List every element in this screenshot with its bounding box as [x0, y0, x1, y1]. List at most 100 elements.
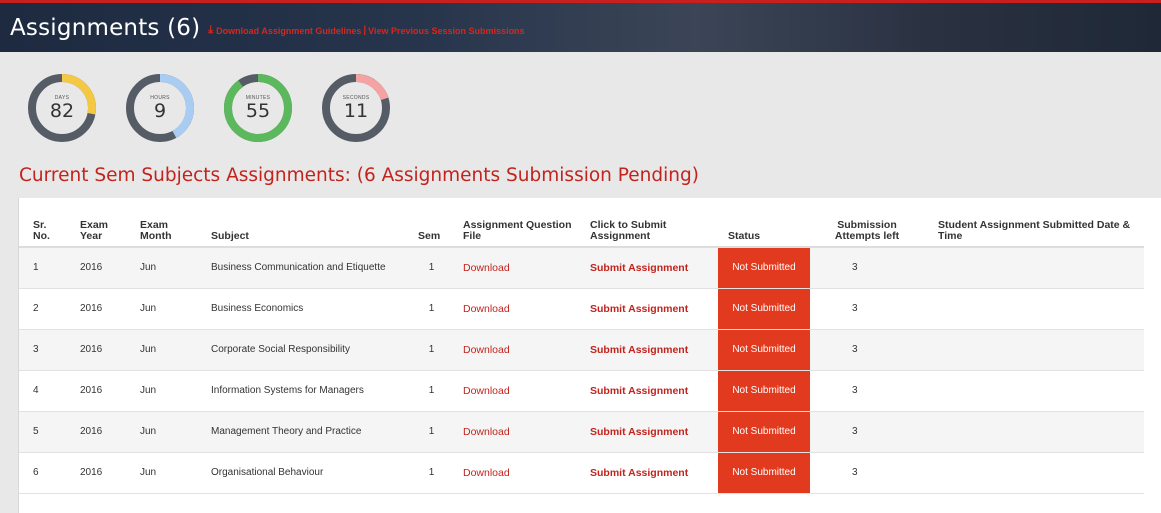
submit-assignment-link[interactable]: Submit Assignment [590, 467, 688, 479]
cell-submitted-date [924, 411, 1144, 453]
cell-subject-text: Corporate Social Responsibility [211, 344, 350, 355]
header-sr-no: Sr. No. [19, 210, 66, 248]
cell-attempts: 3 [810, 247, 924, 289]
cell-sem: 1 [414, 247, 449, 289]
cell-subject-text: Business Communication and Etiquette [211, 262, 386, 274]
download-link[interactable]: Download [463, 303, 510, 315]
cell-subject-text: Information Systems for Managers [211, 385, 364, 396]
cell-exam-month-text: Jun [140, 303, 157, 314]
cell-download: Download [449, 329, 576, 371]
cell-exam-month-text: Jun [140, 385, 157, 396]
cell-status: Not Submitted [718, 329, 810, 371]
cell-subject: Organisational Behaviour [197, 452, 414, 494]
cell-download: Download [449, 247, 576, 289]
cell-attempts-text: 3 [852, 385, 858, 396]
timer-value: 9 [153, 100, 167, 122]
cell-submit: Submit Assignment [576, 247, 718, 289]
table-row: 4 2016 Jun Information Systems for Managers… [19, 370, 1144, 412]
cell-sem: 1 [414, 370, 449, 412]
table-row: 6 2016 Jun Organisational Behaviour 1 Downloa… [19, 452, 1144, 494]
cell-submit: Submit Assignment [576, 288, 718, 330]
cell-sem-text: 1 [428, 344, 435, 355]
cell-download: Download [449, 411, 576, 453]
cell-status: Not Submitted [718, 370, 810, 412]
timer-hours: HOURS 9 [125, 73, 195, 143]
header-exam-year: Exam Year [66, 210, 126, 248]
submit-assignment-link[interactable]: Submit Assignment [590, 426, 688, 438]
cell-exam-month: Jun [126, 247, 197, 289]
cell-attempts: 3 [810, 452, 924, 494]
cell-attempts: 3 [810, 411, 924, 453]
cell-exam-year-text: 2016 [80, 426, 103, 437]
page-title: Assignments (6) [10, 14, 201, 41]
submit-assignment-link[interactable]: Submit Assignment [590, 385, 688, 397]
timer-minutes: MINUTES 55 [223, 73, 293, 143]
cell-exam-month-text: Jun [140, 262, 157, 274]
download-guidelines-link[interactable]: Download Assignment Guidelines [216, 26, 361, 36]
cell-exam-year: 2016 [66, 411, 126, 453]
cell-exam-month: Jun [126, 452, 197, 494]
cell-sr-no-text: 5 [33, 426, 39, 437]
submit-assignment-link[interactable]: Submit Assignment [590, 303, 688, 315]
cell-status: Not Submitted [718, 411, 810, 453]
cell-download: Download [449, 452, 576, 494]
view-previous-submissions-link[interactable]: View Previous Session Submissions [368, 26, 524, 36]
cell-sem: 1 [414, 288, 449, 330]
assignments-table: Sr. No. Exam Year Exam Month Subject Sem… [19, 210, 1144, 494]
cell-sem-text: 1 [428, 385, 435, 396]
download-link[interactable]: Download [463, 426, 510, 438]
cell-subject-text: Management Theory and Practice [211, 426, 362, 437]
cell-sem-text: 1 [428, 303, 435, 314]
table-row: 1 2016 Jun Business Communication and Etiqu… [19, 247, 1144, 289]
cell-sr-no: 5 [19, 411, 66, 453]
download-link[interactable]: Download [463, 467, 510, 479]
download-icon[interactable]: ⤓ [208, 24, 213, 37]
download-link[interactable]: Download [463, 344, 510, 356]
header-submitted-date: Student Assignment Submitted Date & Time [924, 210, 1144, 248]
cell-status-text: Not Submitted [732, 344, 796, 355]
submit-assignment-link[interactable]: Submit Assignment [590, 262, 688, 274]
header-attempts: Submission Attempts left [810, 210, 924, 248]
cell-sem: 1 [414, 411, 449, 453]
header-sem: Sem [414, 210, 449, 248]
header-subject: Subject [197, 210, 414, 248]
cell-status: Not Submitted [718, 288, 810, 330]
cell-subject: Information Systems for Managers [197, 370, 414, 412]
download-link[interactable]: Download [463, 262, 510, 274]
cell-sr-no: 4 [19, 370, 66, 412]
table-row: 3 2016 Jun Corporate Social Responsibility 1… [19, 329, 1144, 371]
cell-status-text: Not Submitted [732, 262, 796, 274]
cell-submitted-date [924, 370, 1144, 412]
cell-exam-year: 2016 [66, 452, 126, 494]
cell-exam-year: 2016 [66, 370, 126, 412]
cell-attempts: 3 [810, 329, 924, 371]
cell-status-text: Not Submitted [732, 426, 796, 437]
cell-sr-no-text: 4 [33, 385, 39, 396]
countdown-timers: DAYS 82 HOURS 9 MINUTES 55 SECONDS 11 [27, 73, 419, 143]
cell-subject: Management Theory and Practice [197, 411, 414, 453]
header-question-file: Assignment Question File [449, 210, 576, 248]
cell-download: Download [449, 288, 576, 330]
cell-exam-month-text: Jun [140, 344, 157, 355]
header-exam-month: Exam Month [126, 210, 197, 248]
download-link[interactable]: Download [463, 385, 510, 397]
cell-attempts-text: 3 [852, 426, 858, 437]
cell-exam-month: Jun [126, 329, 197, 371]
cell-subject-text: Organisational Behaviour [211, 467, 324, 478]
cell-sr-no: 6 [19, 452, 66, 494]
cell-sem-text: 1 [428, 426, 435, 437]
cell-submit: Submit Assignment [576, 370, 718, 412]
submit-assignment-link[interactable]: Submit Assignment [590, 344, 688, 356]
timer-value: 55 [245, 100, 271, 122]
cell-sr-no: 2 [19, 288, 66, 330]
cell-exam-month-text: Jun [140, 426, 157, 437]
cell-submitted-date [924, 247, 1144, 289]
cell-exam-month: Jun [126, 411, 197, 453]
cell-status-text: Not Submitted [732, 303, 796, 314]
cell-submit: Submit Assignment [576, 329, 718, 371]
cell-status: Not Submitted [718, 452, 810, 494]
cell-sem: 1 [414, 452, 449, 494]
cell-sem-text: 1 [428, 262, 435, 274]
cell-exam-year: 2016 [66, 329, 126, 371]
cell-exam-month: Jun [126, 288, 197, 330]
